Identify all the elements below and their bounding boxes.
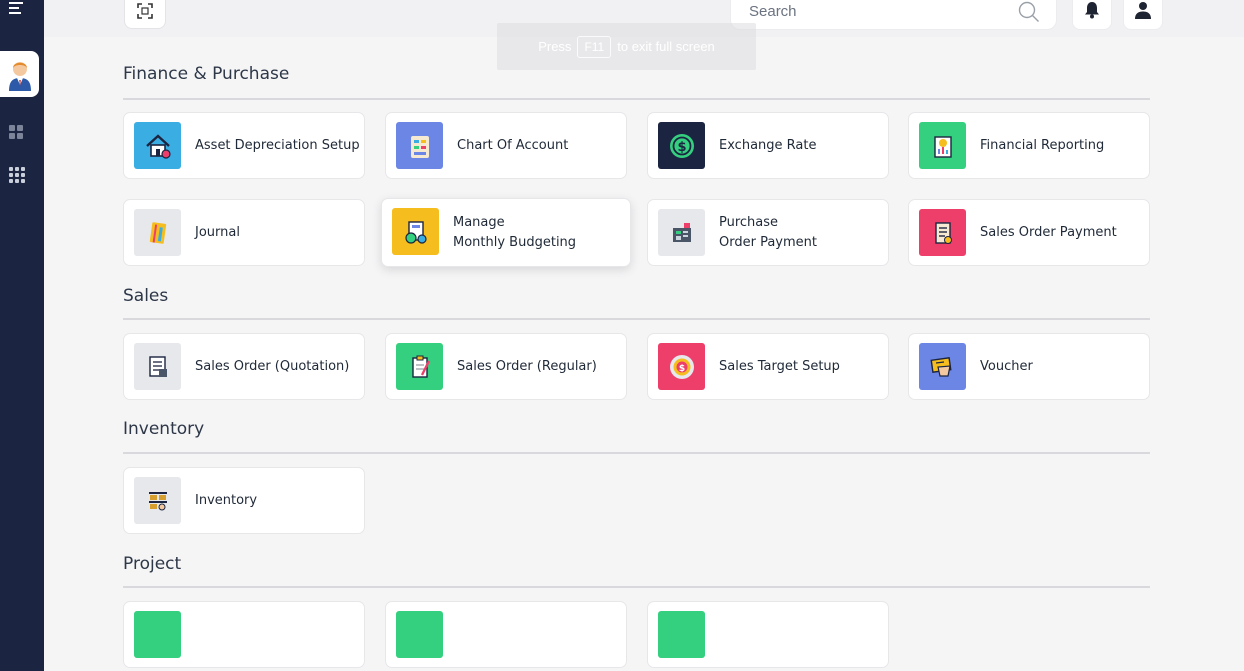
menu-toggle-icon[interactable] bbox=[9, 2, 25, 16]
receipt-icon bbox=[919, 209, 966, 256]
notifications-button[interactable] bbox=[1072, 0, 1112, 30]
card-text: Chart Of Account bbox=[457, 137, 569, 153]
card-label: Chart Of Account bbox=[457, 113, 568, 178]
card-label: Purchase Order Payment bbox=[719, 200, 817, 265]
card-project-3[interactable] bbox=[647, 601, 889, 668]
card-sales-order-regular[interactable]: Sales Order (Regular) bbox=[385, 333, 627, 400]
house-icon bbox=[134, 122, 181, 169]
card-purchase-order-payment[interactable]: Purchase Order Payment bbox=[647, 199, 889, 266]
card-text: Sales Target Setup bbox=[719, 358, 840, 374]
card-label: Manage Monthly Budgeting bbox=[453, 199, 576, 266]
card-chart-of-account[interactable]: Chart Of Account bbox=[385, 112, 627, 179]
apps-grid-icon[interactable] bbox=[9, 167, 25, 183]
target-icon: $ bbox=[658, 343, 705, 390]
search-icon[interactable] bbox=[1018, 1, 1040, 23]
card-sales-order-payment[interactable]: Sales Order Payment bbox=[908, 199, 1150, 266]
section-title-finance: Finance & Purchase bbox=[123, 64, 290, 84]
user-icon bbox=[1135, 2, 1151, 19]
section-title-project: Project bbox=[123, 554, 182, 574]
card-asset-depreciation-setup[interactable]: Asset Depreciation Setup bbox=[123, 112, 365, 179]
quotation-icon bbox=[134, 343, 181, 390]
toast-suffix: to exit full screen bbox=[617, 39, 715, 54]
card-text: Financial Reporting bbox=[980, 137, 1105, 153]
card-text: Journal bbox=[195, 224, 240, 240]
card-inventory[interactable]: Inventory bbox=[123, 467, 365, 534]
toast-key: F11 bbox=[577, 35, 612, 58]
section-divider bbox=[123, 98, 1150, 100]
profile-button[interactable] bbox=[1123, 0, 1163, 30]
dollar-coin-icon: $ bbox=[658, 122, 705, 169]
notebook-icon bbox=[134, 209, 181, 256]
bell-icon bbox=[1085, 2, 1099, 19]
svg-text:$: $ bbox=[678, 364, 684, 374]
search-box bbox=[730, 0, 1057, 30]
card-project-2[interactable] bbox=[385, 601, 627, 668]
svg-text:$: $ bbox=[677, 140, 686, 155]
card-text: Sales Order (Quotation) bbox=[195, 358, 350, 374]
card-voucher[interactable]: Voucher bbox=[908, 333, 1150, 400]
dashboard-icon[interactable] bbox=[9, 125, 23, 139]
card-label: Journal bbox=[195, 200, 240, 265]
card-sales-target-setup[interactable]: $ Sales Target Setup bbox=[647, 333, 889, 400]
budget-icon bbox=[392, 208, 439, 255]
section-title-sales: Sales bbox=[123, 286, 169, 306]
card-journal[interactable]: Journal bbox=[123, 199, 365, 266]
toast-prefix: Press bbox=[538, 39, 572, 54]
card-text: Exchange Rate bbox=[719, 137, 817, 153]
user-avatar-icon bbox=[8, 62, 31, 91]
card-text: Sales Order (Regular) bbox=[457, 358, 597, 374]
section-divider bbox=[123, 452, 1150, 454]
card-label: Sales Target Setup bbox=[719, 334, 840, 399]
project-icon bbox=[658, 611, 705, 658]
report-icon bbox=[919, 122, 966, 169]
card-label: Sales Order (Regular) bbox=[457, 334, 597, 399]
project-icon bbox=[396, 611, 443, 658]
card-text-line-2: Monthly Budgeting bbox=[453, 234, 577, 250]
card-label: Exchange Rate bbox=[719, 113, 816, 178]
card-project-1[interactable] bbox=[123, 601, 365, 668]
card-text: Sales Order Payment bbox=[980, 224, 1117, 240]
card-sales-order-quotation[interactable]: Sales Order (Quotation) bbox=[123, 333, 365, 400]
search-input[interactable] bbox=[749, 1, 999, 21]
card-text-line-1: Purchase bbox=[719, 214, 779, 230]
card-manage-monthly-budgeting[interactable]: Manage Monthly Budgeting bbox=[381, 198, 631, 267]
project-icon bbox=[134, 611, 181, 658]
card-text-line-2: Order Payment bbox=[719, 234, 817, 250]
voucher-icon bbox=[919, 343, 966, 390]
fullscreen-button[interactable] bbox=[124, 0, 166, 29]
sidebar bbox=[0, 0, 44, 671]
section-title-inventory: Inventory bbox=[123, 419, 205, 439]
card-text: Voucher bbox=[980, 358, 1033, 374]
card-financial-reporting[interactable]: Financial Reporting bbox=[908, 112, 1150, 179]
warehouse-icon bbox=[134, 477, 181, 524]
clipboard-icon bbox=[396, 343, 443, 390]
cash-register-icon bbox=[658, 209, 705, 256]
card-label: Inventory bbox=[195, 468, 257, 533]
card-label: Voucher bbox=[980, 334, 1033, 399]
card-label: Sales Order Payment bbox=[980, 200, 1117, 265]
avatar[interactable] bbox=[0, 51, 39, 97]
card-exchange-rate[interactable]: $ Exchange Rate bbox=[647, 112, 889, 179]
card-label: Sales Order (Quotation) bbox=[195, 334, 349, 399]
card-text: Asset Depreciation Setup bbox=[195, 137, 360, 153]
fullscreen-toast: Press F11 to exit full screen bbox=[497, 23, 756, 70]
card-label: Asset Depreciation Setup bbox=[195, 113, 360, 178]
chart-icon bbox=[396, 122, 443, 169]
section-divider bbox=[123, 586, 1150, 588]
card-text-line-1: Manage bbox=[453, 214, 505, 230]
section-divider bbox=[123, 318, 1150, 320]
card-label: Financial Reporting bbox=[980, 113, 1104, 178]
card-text: Inventory bbox=[195, 492, 258, 508]
fullscreen-icon bbox=[137, 2, 153, 19]
